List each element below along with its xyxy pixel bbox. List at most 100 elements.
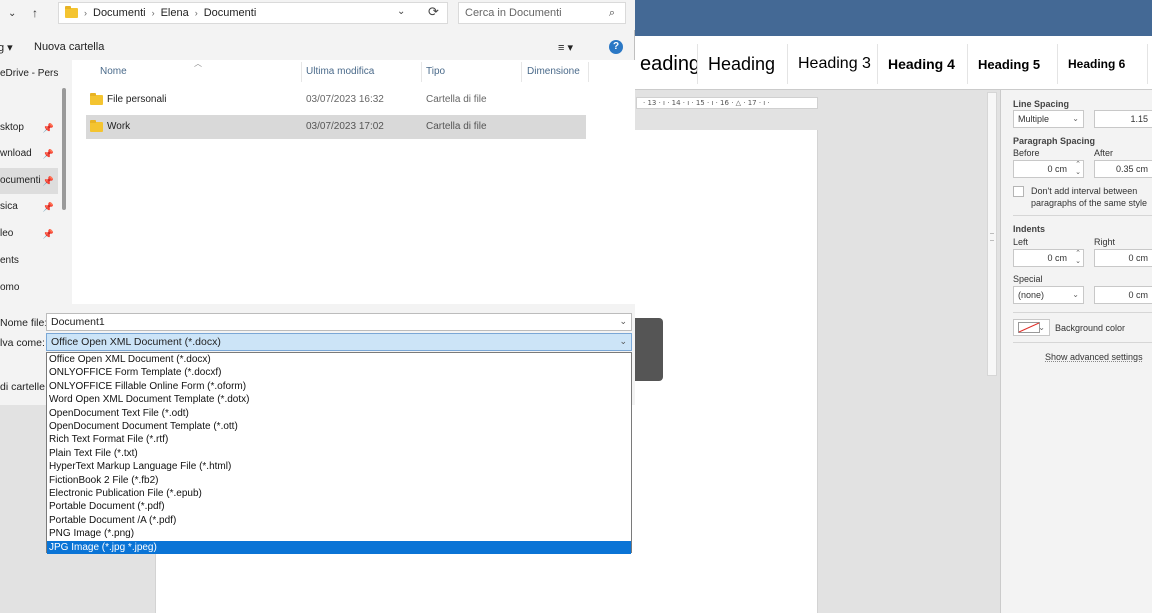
style-heading-5[interactable]: Heading 5 [968,44,1058,84]
breadcrumb-separator-icon: › [194,8,198,18]
style-heading-1[interactable]: eading [630,44,698,84]
pin-icon: 📌 [42,123,54,133]
spinner-icon[interactable]: ⌃ ⌄ [1075,161,1081,177]
breadcrumb-item[interactable]: Elena [161,7,189,19]
nav-pane-scrollbar[interactable] [62,88,66,210]
line-spacing-mode: Multiple [1018,114,1050,124]
style-heading-3[interactable]: Heading 3 [788,44,878,84]
column-separator[interactable] [301,62,302,82]
nav-item-downloads[interactable]: wnload 📌 [0,141,58,167]
special-amount-field[interactable]: 0 cm [1094,286,1152,304]
file-list: ︿ Nome Ultima modifica Tipo Dimensione F… [72,59,635,304]
pin-icon: 📌 [42,229,54,239]
file-modified: 03/07/2023 16:32 [306,94,384,105]
recent-locations-chevron-icon[interactable]: ⌄ [8,8,16,19]
refresh-icon[interactable]: ⟳ [428,4,439,20]
file-row[interactable]: File personali 03/07/2023 16:32 Cartella… [86,88,586,112]
folder-icon [90,120,103,132]
line-spacing-mode-select[interactable]: Multiple ⌄ [1013,110,1084,128]
column-separator[interactable] [588,62,589,82]
file-type-option[interactable]: Plain Text File (*.txt) [47,447,631,460]
filename-input[interactable]: Document1 ⌄ [46,313,632,331]
nav-item-desktop[interactable]: sktop 📌 [0,115,58,141]
file-type-option-selected[interactable]: JPG Image (*.jpg *.jpeg) [47,540,631,554]
editor-scrollbar[interactable] [987,92,997,376]
file-type-option[interactable]: Portable Document (*.pdf) [47,500,631,513]
line-spacing-value-field[interactable]: 1.15 [1094,110,1152,128]
after-spacing-value: 0.35 cm [1115,164,1148,174]
file-type-option[interactable]: Office Open XML Document (*.docx) [47,353,631,366]
address-bar[interactable]: › Documenti › Elena › Documenti [58,2,448,24]
nav-item-musica[interactable]: sica 📌 [0,194,58,220]
background-color-picker[interactable]: ⌄ [1013,319,1050,336]
column-separator[interactable] [521,62,522,82]
file-type-option[interactable]: OpenDocument Text File (*.odt) [47,407,631,420]
help-icon[interactable]: ? [609,40,623,54]
style-heading-4[interactable]: Heading 4 [878,44,968,84]
nav-item-label: sktop [0,122,24,133]
style-heading-6[interactable]: Heading 6 [1058,44,1148,84]
no-color-swatch-icon [1018,322,1040,333]
background-color-label: Background color [1055,323,1126,333]
right-indent-field[interactable]: 0 cm [1094,249,1152,267]
left-indent-value: 0 cm [1047,253,1067,263]
column-header-size[interactable]: Dimensione [527,66,580,77]
new-folder-button[interactable]: Nuova cartella [34,41,104,53]
organize-menu[interactable]: g ▾ [0,41,13,54]
column-header-name[interactable]: Nome [100,66,127,77]
line-spacing-title: Line Spacing [1013,99,1070,109]
folder-icon [90,93,103,105]
before-spacing-field[interactable]: 0 cm ⌃ ⌄ [1013,160,1084,178]
view-options-button[interactable]: ≡ ▾ [558,41,573,54]
column-header-type[interactable]: Tipo [426,66,445,77]
file-type-option[interactable]: ONLYOFFICE Fillable Online Form (*.oform… [47,380,631,393]
chevron-down-icon[interactable]: ⌄ [619,316,627,327]
style-heading-2[interactable]: Heading [698,44,788,84]
column-separator[interactable] [421,62,422,82]
nav-item-label: omo [0,282,20,293]
file-type-option[interactable]: Portable Document /A (*.pdf) [47,514,631,527]
dont-add-interval-checkbox[interactable] [1013,186,1024,197]
file-type-dropdown: Office Open XML Document (*.docx) ONLYOF… [46,352,632,554]
nav-item-home[interactable]: omo [0,275,58,301]
file-type-option[interactable]: ONLYOFFICE Form Template (*.docxf) [47,366,631,379]
pin-icon: 📌 [42,202,54,212]
file-type-option[interactable]: FictionBook 2 File (*.fb2) [47,474,631,487]
up-arrow-icon[interactable]: ↑ [32,6,38,20]
indents-title: Indents [1013,224,1046,234]
special-select[interactable]: (none) ⌄ [1013,286,1084,304]
column-header-modified[interactable]: Ultima modifica [306,66,374,77]
divider [1013,312,1152,313]
search-input[interactable]: Cerca in Documenti ⌕ [458,2,626,24]
file-type-option[interactable]: Electronic Publication File (*.epub) [47,487,631,500]
show-advanced-settings-link[interactable]: Show advanced settings [1045,352,1143,362]
style-label: Heading 3 [798,55,871,72]
breadcrumb-item[interactable]: Documenti [204,7,257,19]
file-type-option[interactable]: PNG Image (*.png) [47,527,631,540]
nav-item-documenti[interactable]: ocumenti 📌 [0,168,58,194]
chevron-down-icon[interactable]: ⌄ [619,336,627,347]
horizontal-ruler[interactable]: · 13 · ı · 14 · ı · 15 · ı · 16 · △ · 17… [636,97,818,109]
chevron-down-icon: ⌄ [1072,290,1079,299]
file-type-option[interactable]: Word Open XML Document Template (*.dotx) [47,393,631,406]
after-spacing-field[interactable]: 0.35 cm [1094,160,1152,178]
file-type-option[interactable]: Rich Text Format File (*.rtf) [47,433,631,446]
save-as-type-select[interactable]: Office Open XML Document (*.docx) ⌄ [46,333,632,351]
spinner-icon[interactable]: ⌃ ⌄ [1075,250,1081,266]
nav-item-onedrive[interactable]: eDrive - Perso [0,61,58,87]
nav-item-documents[interactable]: ents [0,248,58,274]
address-history-chevron-icon[interactable]: ⌄ [397,6,405,17]
scrollbar-grip[interactable] [990,233,994,241]
nav-item-video[interactable]: leo 📌 [0,221,58,247]
save-as-type-label: lva come: [0,337,45,349]
left-indent-field[interactable]: 0 cm ⌃ ⌄ [1013,249,1084,267]
file-type-option[interactable]: OpenDocument Document Template (*.ott) [47,420,631,433]
address-row: ⌄ ↑ › Documenti › Elena › Documenti ⌄ ⟳ … [0,0,635,30]
styles-ribbon: eading Heading Heading 3 Heading 4 Headi… [630,36,1152,90]
hide-folders-toggle[interactable]: di cartelle [0,381,45,393]
file-row[interactable]: Work 03/07/2023 17:02 Cartella di file [86,115,586,139]
nav-item-label: eDrive - Perso [0,68,58,79]
search-placeholder: Cerca in Documenti [465,7,562,19]
file-type-option[interactable]: HyperText Markup Language File (*.html) [47,460,631,473]
breadcrumb-item[interactable]: Documenti [93,7,146,19]
